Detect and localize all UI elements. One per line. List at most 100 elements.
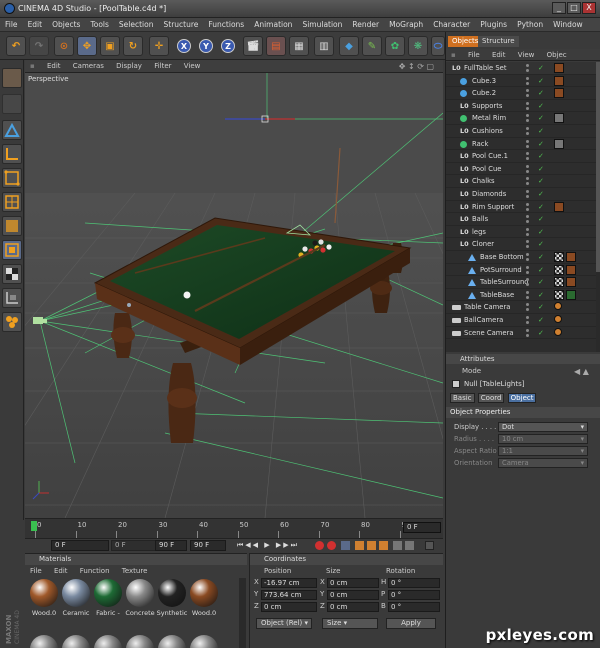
menu-character[interactable]: Character [428, 18, 475, 31]
material-tag-icon[interactable] [566, 289, 576, 300]
materials-scrollbar[interactable] [239, 578, 246, 648]
visibility-toggle[interactable] [526, 227, 534, 236]
viewport-menu-view[interactable]: View [179, 60, 206, 73]
visibility-toggle[interactable] [526, 202, 534, 211]
visibility-toggle[interactable] [526, 139, 534, 148]
visibility-toggle[interactable] [526, 89, 534, 98]
perspective-viewport[interactable]: Perspective [25, 73, 443, 518]
property-value-dropdown[interactable]: Dot ▾ [498, 422, 588, 432]
object-row[interactable]: L0 Cushions ✓ [446, 125, 596, 138]
enable-check-icon[interactable]: ✓ [538, 112, 544, 124]
menu-python[interactable]: Python [512, 18, 548, 31]
apply-button[interactable]: Apply [386, 618, 436, 629]
cube-primitive-icon[interactable]: ◆ [339, 36, 359, 56]
object-row[interactable]: L0 Balls ✓ [446, 213, 596, 226]
material-swatch[interactable]: Ceramic [59, 579, 93, 617]
material-tag-icon[interactable] [554, 302, 562, 311]
material-tag-icon[interactable] [554, 113, 564, 124]
size-field[interactable]: 0 cm [327, 602, 379, 612]
object-row[interactable]: BallCamera ✓ [446, 314, 596, 327]
position-field[interactable]: 0 cm [261, 602, 317, 612]
menu-selection[interactable]: Selection [114, 18, 159, 31]
material-tag-icon[interactable] [554, 327, 562, 336]
object-row[interactable]: L0 Diamonds ✓ [446, 188, 596, 201]
object-row[interactable]: TableBase ✓ [446, 289, 596, 302]
visibility-toggle[interactable] [526, 152, 534, 161]
param-key-icon[interactable] [393, 541, 402, 550]
object-menu-edit[interactable]: Edit [487, 49, 511, 61]
enable-check-icon[interactable]: ✓ [538, 125, 544, 137]
object-row[interactable]: Rack ✓ [446, 138, 596, 151]
enable-check-icon[interactable]: ✓ [538, 213, 544, 225]
preview-end-field[interactable]: 90 F [155, 540, 187, 551]
object-row[interactable]: Cube.2 ✓ [446, 87, 596, 100]
material-preview-partial[interactable] [30, 635, 58, 648]
live-selection-icon[interactable]: ⊙ [54, 36, 74, 56]
visibility-toggle[interactable] [526, 316, 534, 324]
enable-check-icon[interactable]: ✓ [538, 163, 544, 175]
property-value-dropdown[interactable]: 1:1 ▾ [498, 446, 588, 456]
material-preview-partial[interactable] [62, 635, 90, 648]
material-tag-icon[interactable] [554, 264, 564, 275]
rotate-tool-icon[interactable]: ↻ [123, 36, 143, 56]
object-row[interactable]: L0 Supports ✓ [446, 100, 596, 113]
menu-animation[interactable]: Animation [249, 18, 297, 31]
keyframe-selection-icon[interactable] [341, 541, 350, 550]
deformer-icon[interactable]: ❋ [408, 36, 428, 56]
menu-structure[interactable]: Structure [159, 18, 204, 31]
attr-tab-basic[interactable]: Basic [450, 393, 475, 403]
enable-check-icon[interactable]: ✓ [538, 276, 544, 288]
enable-check-icon[interactable]: ✓ [538, 87, 544, 99]
record-icon[interactable] [315, 541, 324, 550]
render-settings-icon[interactable]: ▥ [314, 36, 334, 56]
property-value-dropdown[interactable]: 10 cm ▾ [498, 434, 588, 444]
enable-check-icon[interactable]: ✓ [538, 314, 544, 326]
enable-check-icon[interactable]: ✓ [538, 75, 544, 87]
enable-check-icon[interactable]: ✓ [538, 150, 544, 162]
timeline-ruler[interactable]: 0102030405060708090 0 F [25, 518, 443, 538]
z-axis-lock-icon[interactable]: Z [218, 36, 238, 56]
position-key-icon[interactable] [355, 541, 364, 550]
attr-tab-coord[interactable]: Coord [477, 393, 505, 403]
enable-check-icon[interactable]: ✓ [538, 264, 544, 276]
menu-objects[interactable]: Objects [47, 18, 85, 31]
material-tag-icon[interactable] [554, 88, 564, 99]
material-preview-partial[interactable] [190, 635, 218, 648]
material-swatch[interactable]: Fabric - [91, 579, 125, 617]
object-row[interactable]: TableSurround ✓ [446, 276, 596, 289]
enable-check-icon[interactable]: ✓ [538, 289, 544, 301]
material-preview-partial[interactable] [94, 635, 122, 648]
timeline-menu-icon[interactable] [425, 541, 434, 550]
rotation-field[interactable]: 0 ° [388, 578, 440, 588]
texture-mode-icon[interactable] [2, 94, 22, 114]
enable-check-icon[interactable]: ✓ [538, 100, 544, 112]
material-tag-icon[interactable] [554, 277, 564, 288]
object-menu-file[interactable]: File [463, 49, 485, 61]
material-tag-icon[interactable] [554, 138, 564, 149]
close-button[interactable]: X [582, 2, 596, 14]
enable-check-icon[interactable]: ✓ [538, 251, 544, 263]
position-field[interactable]: 773.64 cm [261, 590, 317, 600]
visibility-toggle[interactable] [526, 127, 534, 135]
enable-check-icon[interactable]: ✓ [538, 62, 544, 74]
polygons-mode-icon[interactable] [2, 216, 22, 236]
property-value-dropdown[interactable]: Camera ▾ [498, 458, 588, 468]
menu-simulation[interactable]: Simulation [297, 18, 347, 31]
render-view-icon[interactable]: ▤ [266, 36, 286, 56]
menu-plugins[interactable]: Plugins [475, 18, 512, 31]
materials-menu-texture[interactable]: Texture [117, 566, 153, 577]
material-tag-icon[interactable] [554, 75, 564, 86]
material-tag-icon[interactable] [554, 289, 564, 300]
object-row[interactable]: L0 FullTable Set ✓ [446, 62, 596, 75]
attr-tab-object[interactable]: Object [507, 393, 537, 403]
coordinate-system-icon[interactable]: ✛ [149, 36, 169, 56]
material-tag-icon[interactable] [554, 63, 564, 73]
enable-check-icon[interactable]: ✓ [538, 226, 544, 238]
material-preview-partial[interactable] [126, 635, 154, 648]
object-row[interactable]: L0 Pool Cue ✓ [446, 163, 596, 176]
viewport-menu-filter[interactable]: Filter [149, 60, 176, 73]
enable-check-icon[interactable]: ✓ [538, 301, 544, 313]
object-row[interactable]: L0 Pool Cue.1 ✓ [446, 150, 596, 163]
redo-icon[interactable]: ↷ [29, 36, 49, 56]
viewport-nav-icons[interactable]: ✥ ↕ ⟳ ▢ [394, 60, 439, 73]
